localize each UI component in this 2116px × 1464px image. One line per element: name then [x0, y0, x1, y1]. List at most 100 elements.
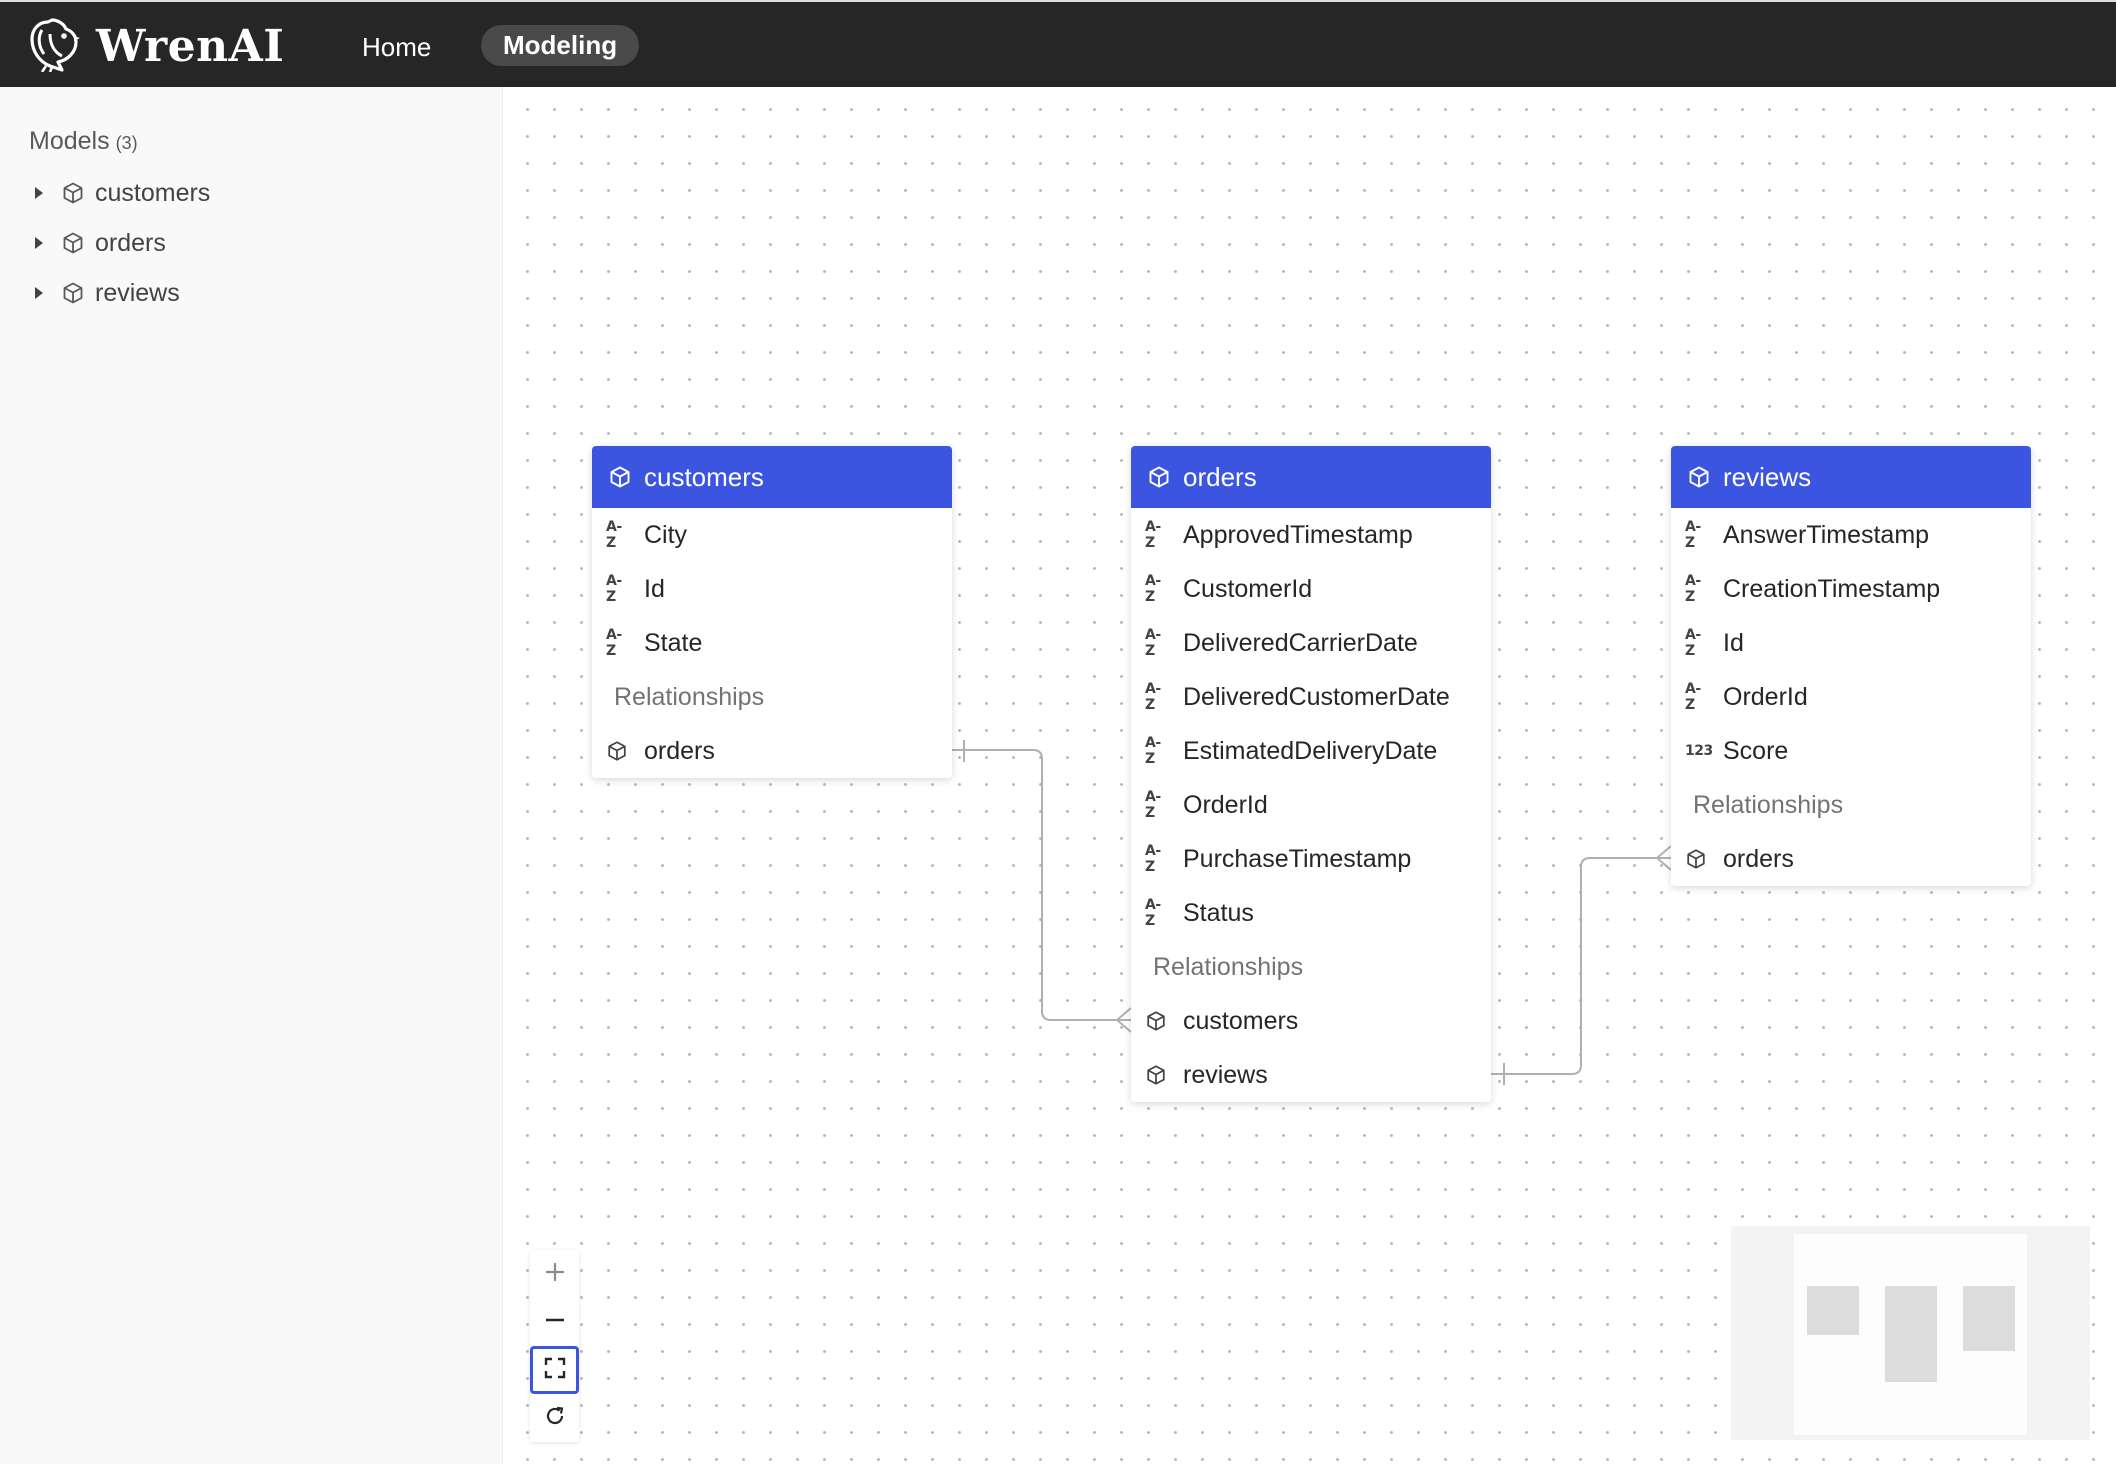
model-card-header[interactable]: orders — [1131, 446, 1491, 508]
string-type-icon: A-Z — [1685, 681, 1701, 713]
fit-view-button[interactable] — [530, 1346, 579, 1394]
field-row[interactable]: A-Z Id — [592, 562, 952, 616]
field-name: PurchaseTimestamp — [1183, 844, 1412, 873]
sidebar: Models (3) customers orders reviews — [0, 87, 503, 1464]
field-row[interactable]: A-Z State — [592, 616, 952, 670]
wren-bird-icon — [28, 16, 80, 77]
number-type-icon: 123 — [1685, 743, 1713, 759]
caret-right-icon[interactable] — [33, 235, 47, 251]
minimap-viewport[interactable] — [1794, 1234, 2027, 1435]
model-card-header[interactable]: reviews — [1671, 446, 2031, 508]
relationship-name: orders — [644, 736, 715, 765]
cube-icon — [1145, 1064, 1167, 1086]
field-row[interactable]: A-Z EstimatedDeliveryDate — [1131, 724, 1491, 778]
cube-icon — [1145, 1010, 1167, 1032]
zoom-controls — [530, 1250, 579, 1442]
models-title: Models — [29, 127, 110, 155]
cube-icon — [61, 231, 85, 255]
field-row[interactable]: A-Z Id — [1671, 616, 2031, 670]
field-name: AnswerTimestamp — [1723, 520, 1930, 549]
cube-icon — [606, 740, 628, 762]
field-name: Id — [644, 574, 665, 603]
field-name: OrderId — [1723, 682, 1808, 711]
nav-modeling[interactable]: Modeling — [481, 25, 640, 66]
sidebar-item-customers[interactable]: customers — [0, 171, 480, 215]
models-count: (3) — [115, 133, 138, 153]
field-name: DeliveredCarrierDate — [1183, 628, 1418, 657]
field-name: Status — [1183, 898, 1254, 927]
field-row[interactable]: A-Z CreationTimestamp — [1671, 562, 2031, 616]
field-name: CustomerId — [1183, 574, 1313, 603]
sidebar-item-label: reviews — [95, 278, 180, 307]
nav-home[interactable]: Home — [354, 26, 439, 69]
sidebar-item-orders[interactable]: orders — [0, 221, 480, 265]
sidebar-item-reviews[interactable]: reviews — [0, 271, 480, 315]
field-row[interactable]: A-Z DeliveredCarrierDate — [1131, 616, 1491, 670]
relationship-row[interactable]: orders — [1671, 832, 2031, 886]
models-heading: Models (3) — [29, 127, 138, 156]
refresh-icon — [544, 1405, 566, 1432]
field-name: CreationTimestamp — [1723, 574, 1941, 603]
string-type-icon: A-Z — [606, 573, 622, 605]
string-type-icon: A-Z — [1685, 573, 1701, 605]
refresh-button[interactable] — [530, 1394, 579, 1442]
field-row[interactable]: A-Z ApprovedTimestamp — [1131, 508, 1491, 562]
field-row[interactable]: A-Z City — [592, 508, 952, 562]
string-type-icon: A-Z — [1145, 789, 1161, 821]
minimap[interactable] — [1731, 1226, 2090, 1440]
field-row[interactable]: A-Z PurchaseTimestamp — [1131, 832, 1491, 886]
brand-name: WrenAI — [96, 21, 285, 72]
relationships-section-label: Relationships — [614, 682, 765, 711]
string-type-icon: A-Z — [606, 627, 622, 659]
model-card-header[interactable]: customers — [592, 446, 952, 508]
minimap-node-orders — [1885, 1286, 1937, 1382]
logo[interactable]: WrenAI — [28, 16, 284, 77]
cube-icon — [1147, 465, 1171, 489]
relationship-row[interactable]: orders — [592, 724, 952, 778]
model-card-title: customers — [644, 461, 764, 492]
field-row[interactable]: A-Z OrderId — [1131, 778, 1491, 832]
string-type-icon: A-Z — [1685, 627, 1701, 659]
relationship-row[interactable]: customers — [1131, 994, 1491, 1048]
top-navigation-bar: WrenAI Home Modeling — [0, 0, 2116, 87]
model-card-title: reviews — [1723, 461, 1812, 492]
zoom-in-icon — [544, 1261, 566, 1288]
relationship-name: customers — [1183, 1006, 1299, 1035]
string-type-icon: A-Z — [1145, 897, 1161, 929]
field-name: Score — [1723, 736, 1789, 765]
zoom-in-button[interactable] — [530, 1250, 579, 1298]
string-type-icon: A-Z — [606, 519, 622, 551]
field-row[interactable]: 123 Score — [1671, 724, 2031, 778]
string-type-icon: A-Z — [1145, 573, 1161, 605]
field-name: DeliveredCustomerDate — [1183, 682, 1450, 711]
relationships-section-label: Relationships — [1693, 790, 1844, 819]
cube-icon — [61, 181, 85, 205]
minimap-node-customers — [1807, 1286, 1859, 1335]
relationships-section-label: Relationships — [1153, 952, 1304, 981]
field-row[interactable]: A-Z DeliveredCustomerDate — [1131, 670, 1491, 724]
field-row[interactable]: A-Z CustomerId — [1131, 562, 1491, 616]
model-card-reviews[interactable]: reviews A-Z AnswerTimestamp A-Z Creation… — [1671, 446, 2031, 886]
caret-right-icon[interactable] — [33, 185, 47, 201]
zoom-out-icon — [544, 1309, 566, 1336]
model-card-orders[interactable]: orders A-Z ApprovedTimestamp A-Z Custome… — [1131, 446, 1491, 1102]
field-name: EstimatedDeliveryDate — [1183, 736, 1438, 765]
string-type-icon: A-Z — [1685, 519, 1701, 551]
field-name: OrderId — [1183, 790, 1268, 819]
sidebar-item-label: orders — [95, 228, 166, 257]
field-name: ApprovedTimestamp — [1183, 520, 1413, 549]
cube-icon — [1685, 848, 1707, 870]
field-row[interactable]: A-Z OrderId — [1671, 670, 2031, 724]
cube-icon — [608, 465, 632, 489]
cube-icon — [1687, 465, 1711, 489]
model-card-customers[interactable]: customers A-Z City A-Z Id A-Z State Rela… — [592, 446, 952, 778]
string-type-icon: A-Z — [1145, 681, 1161, 713]
field-row[interactable]: A-Z AnswerTimestamp — [1671, 508, 2031, 562]
relationship-name: orders — [1723, 844, 1794, 873]
fit-view-icon — [544, 1357, 566, 1384]
caret-right-icon[interactable] — [33, 285, 47, 301]
zoom-out-button[interactable] — [530, 1298, 579, 1346]
relationship-row[interactable]: reviews — [1131, 1048, 1491, 1102]
cube-icon — [61, 281, 85, 305]
field-row[interactable]: A-Z Status — [1131, 886, 1491, 940]
